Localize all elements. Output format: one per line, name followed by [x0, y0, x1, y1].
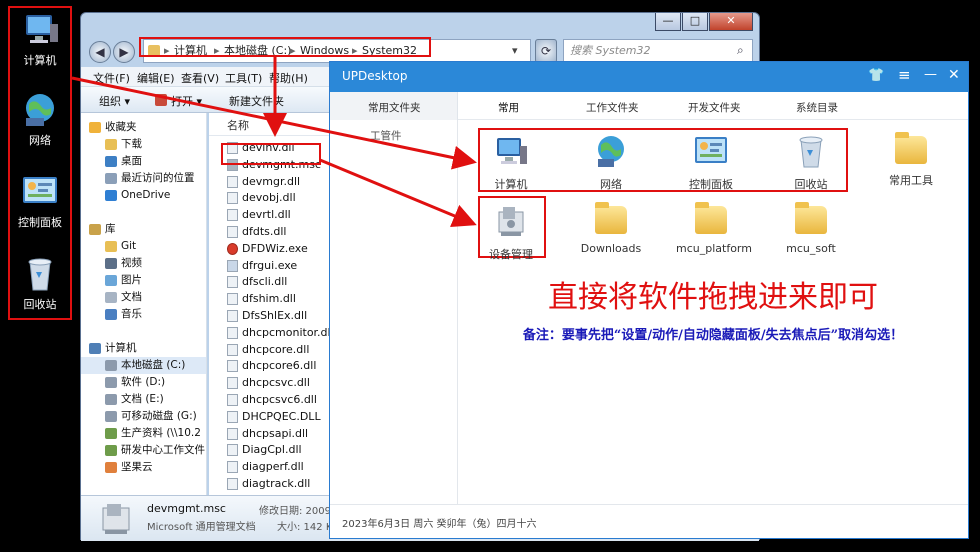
arrow-file-to-device-manager	[319, 158, 477, 228]
file-highlight	[221, 143, 321, 165]
annotation-arrows	[71, 56, 477, 228]
